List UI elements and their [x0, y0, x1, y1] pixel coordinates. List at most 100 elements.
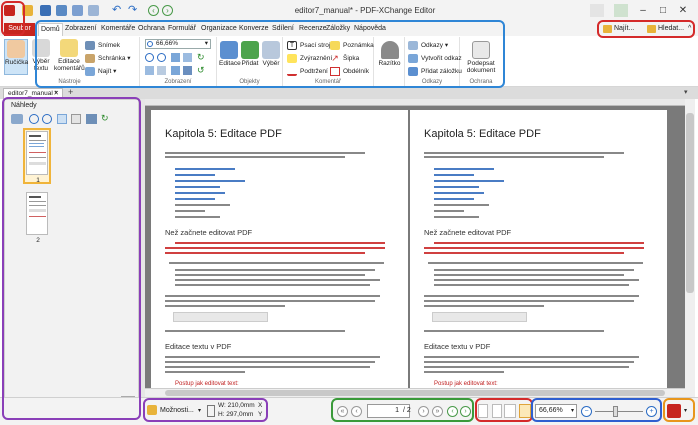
note-button[interactable]: Poznámka	[329, 40, 374, 51]
single-page-view-icon[interactable]	[478, 404, 488, 418]
single-page-icon[interactable]	[157, 66, 166, 75]
thumb-zoom-in-icon[interactable]	[42, 114, 52, 124]
pdf-page-2[interactable]: Kapitola 5: Editace PDF Než začnete edit…	[410, 110, 667, 388]
first-page-button[interactable]: «	[337, 406, 348, 417]
scan-icon[interactable]	[72, 5, 83, 16]
selection-button[interactable]: Výběr	[261, 41, 281, 67]
continuous-view-icon[interactable]	[492, 404, 502, 418]
editing-button[interactable]: Editace	[219, 41, 241, 67]
next-page-button[interactable]: ›	[418, 406, 429, 417]
create-link-button[interactable]: Vytvořit odkaz	[407, 53, 462, 64]
clipboard-label: Schránka	[98, 55, 126, 62]
print-icon[interactable]	[56, 5, 67, 16]
zoom-out-icon[interactable]	[145, 53, 154, 62]
stamp-button[interactable]: Razítko	[377, 41, 402, 67]
last-page-button[interactable]: »	[432, 406, 443, 417]
vertical-scroll-thumb[interactable]	[686, 113, 694, 293]
thumbnail-page-2[interactable]	[26, 192, 48, 235]
fit-page-icon[interactable]	[171, 53, 180, 62]
rectangle-button[interactable]: Obdélník	[329, 66, 369, 77]
insert-pages-icon[interactable]	[57, 114, 67, 124]
rotate-icon[interactable]: ↻	[197, 53, 207, 62]
facing-view-icon[interactable]	[504, 404, 516, 418]
close-button[interactable]: ✕	[676, 4, 690, 17]
app-badge-icon[interactable]	[667, 404, 681, 418]
underline-button[interactable]: Podtržení	[286, 66, 328, 77]
horizontal-scrollbar[interactable]	[145, 388, 685, 397]
tile-icon[interactable]	[590, 4, 604, 17]
thumb-zoom-out-icon[interactable]	[29, 114, 39, 124]
add-bookmark-button[interactable]: Přidat záložku	[407, 66, 462, 77]
two-pages-icon[interactable]	[171, 66, 180, 75]
select-text-button[interactable]: Výběr textu	[30, 39, 52, 75]
facing-continuous-view-icon[interactable]	[519, 404, 531, 418]
rotate-left-icon[interactable]: ↺	[197, 66, 207, 75]
menu-protect[interactable]: Ochrana	[136, 23, 167, 36]
zoom-level-select[interactable]: 66,66% ▾	[535, 404, 577, 418]
add-label: Přidat	[241, 60, 259, 67]
status-menu-dropdown-icon[interactable]: ▾	[684, 407, 687, 414]
arrow-button[interactable]: ↗ Šipka	[329, 53, 359, 64]
menu-file[interactable]: Soubor	[4, 23, 35, 36]
prev-page-button[interactable]: ‹	[351, 406, 362, 417]
vertical-scrollbar[interactable]	[685, 99, 695, 397]
menu-convert[interactable]: Konverze	[237, 23, 271, 36]
email-icon[interactable]	[88, 5, 99, 16]
thumbnails-title: Náhledy	[11, 102, 37, 109]
layout-icon[interactable]	[614, 4, 628, 17]
rotate-pages-icon[interactable]: ↻	[101, 114, 111, 124]
forward-icon[interactable]: ›	[162, 5, 173, 16]
zoom-icon	[147, 41, 153, 47]
menu-share[interactable]: Sdílení	[270, 23, 296, 36]
print-pages-icon[interactable]	[86, 114, 97, 124]
zoom-slider-track[interactable]	[595, 411, 643, 412]
nav-forward-button[interactable]: ›	[460, 406, 471, 417]
thumbnail-page-1[interactable]	[26, 131, 48, 175]
menu-form[interactable]: Formulář	[166, 23, 198, 36]
zoom-in-icon[interactable]	[157, 53, 166, 62]
group-tools-label: Nástroje	[58, 79, 81, 85]
document-tab[interactable]: editor7_manual * ✕	[3, 88, 63, 99]
collapse-ribbon-icon[interactable]: ^	[686, 23, 693, 36]
thumbnail-options-icon[interactable]	[11, 114, 23, 124]
edit-comments-button[interactable]: Editace komentářů	[54, 39, 85, 75]
zoom-slider-thumb[interactable]	[613, 406, 618, 417]
find-tool-button[interactable]: Najít ▾	[84, 66, 116, 77]
actual-size-icon[interactable]	[145, 66, 154, 75]
zoom-in-button[interactable]: +	[646, 406, 657, 417]
horizontal-scroll-thumb[interactable]	[165, 390, 665, 396]
snapshot-button[interactable]: Snímek	[84, 40, 120, 51]
zoom-combo[interactable]: 66,66% ▾	[145, 39, 211, 49]
add-button[interactable]: Přidat	[240, 41, 260, 67]
sign-document-button[interactable]: Podepsat dokument	[462, 41, 500, 74]
maximize-button[interactable]: □	[656, 4, 670, 17]
menu-home[interactable]: Domů	[38, 23, 63, 36]
redo-icon[interactable]: ↷	[128, 5, 139, 16]
options-button[interactable]: Možnosti...	[160, 407, 194, 414]
clipboard-button[interactable]: Schránka ▾	[84, 53, 131, 64]
tabs-dropdown-icon[interactable]: ▾	[684, 88, 688, 96]
pdf-page-1[interactable]: Kapitola 5: Editace PDF Než začnete edit…	[151, 110, 408, 388]
links-button[interactable]: Odkazy ▾	[407, 40, 448, 51]
nav-back-button[interactable]: ‹	[447, 406, 458, 417]
minimize-button[interactable]: –	[636, 4, 650, 17]
typewriter-button[interactable]: T Psací stroj	[286, 40, 330, 51]
zoom-out-button[interactable]: −	[581, 406, 592, 417]
highlight-button[interactable]: Zvýraznění	[286, 53, 332, 64]
hand-tool-button[interactable]: Ručička	[4, 39, 28, 75]
menu-help[interactable]: Nápověda	[352, 23, 388, 36]
menu-bookmarks[interactable]: Záložky	[324, 23, 352, 36]
undo-icon[interactable]: ↶	[112, 5, 123, 16]
close-tab-icon[interactable]: ✕	[54, 89, 59, 99]
fit-width-icon[interactable]	[183, 53, 192, 62]
continuous-icon[interactable]	[183, 66, 192, 75]
new-tab-icon[interactable]: +	[68, 87, 73, 98]
open-folder-icon[interactable]	[22, 5, 33, 16]
back-icon[interactable]: ‹	[148, 5, 159, 16]
menu-organize[interactable]: Organizace	[199, 23, 239, 36]
delete-pages-icon[interactable]	[71, 114, 81, 124]
menu-view[interactable]: Zobrazení	[63, 23, 99, 36]
options-dropdown-icon[interactable]: ▾	[198, 407, 201, 414]
save-icon[interactable]	[40, 5, 51, 16]
menu-comments[interactable]: Komentáře	[99, 23, 137, 36]
